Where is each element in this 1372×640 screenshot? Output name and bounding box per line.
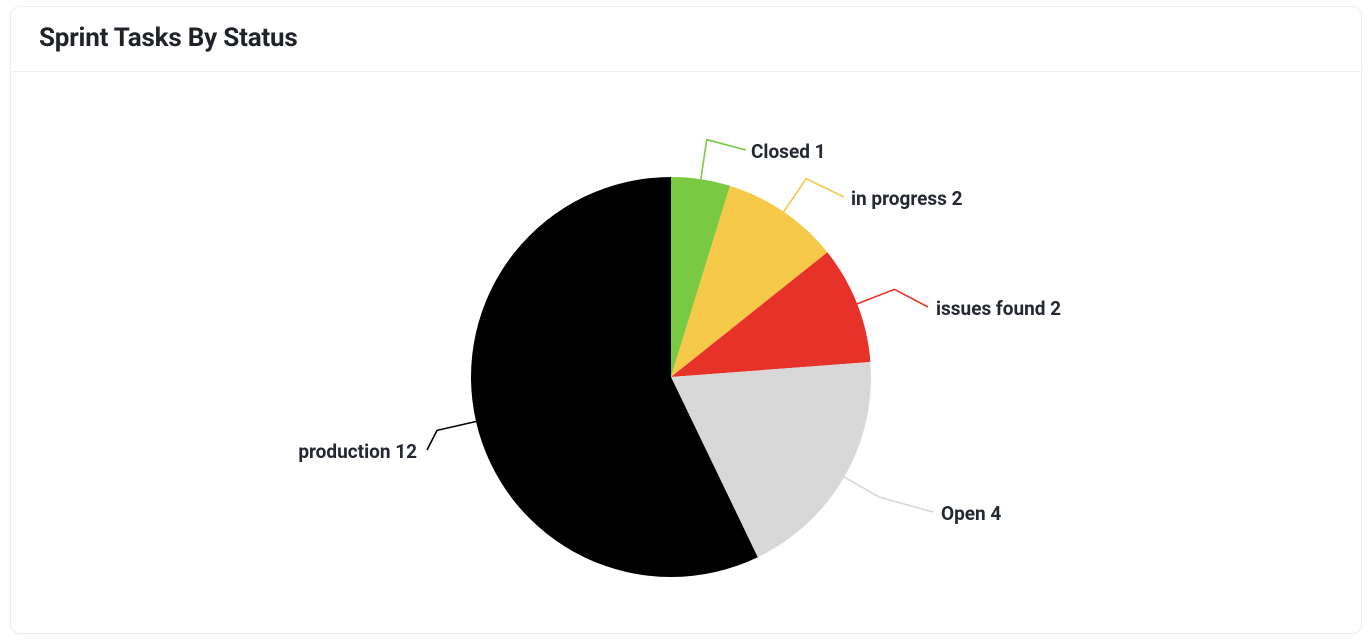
pie-label-production: production 12 (298, 440, 417, 463)
pie-label-open: Open 4 (941, 502, 1001, 525)
card-header: Sprint Tasks By Status (11, 7, 1361, 72)
pie-label-in-progress: in progress 2 (851, 187, 963, 210)
chart-title: Sprint Tasks By Status (39, 23, 1333, 53)
pie-label-closed: Closed 1 (751, 140, 826, 163)
card: Sprint Tasks By Status Closed 1 in progr… (10, 6, 1362, 634)
chart-area: Closed 1 in progress 2 issues found 2 Op… (11, 72, 1361, 633)
pie-label-issues-found: issues found 2 (936, 297, 1061, 320)
pie-chart (11, 72, 1362, 634)
